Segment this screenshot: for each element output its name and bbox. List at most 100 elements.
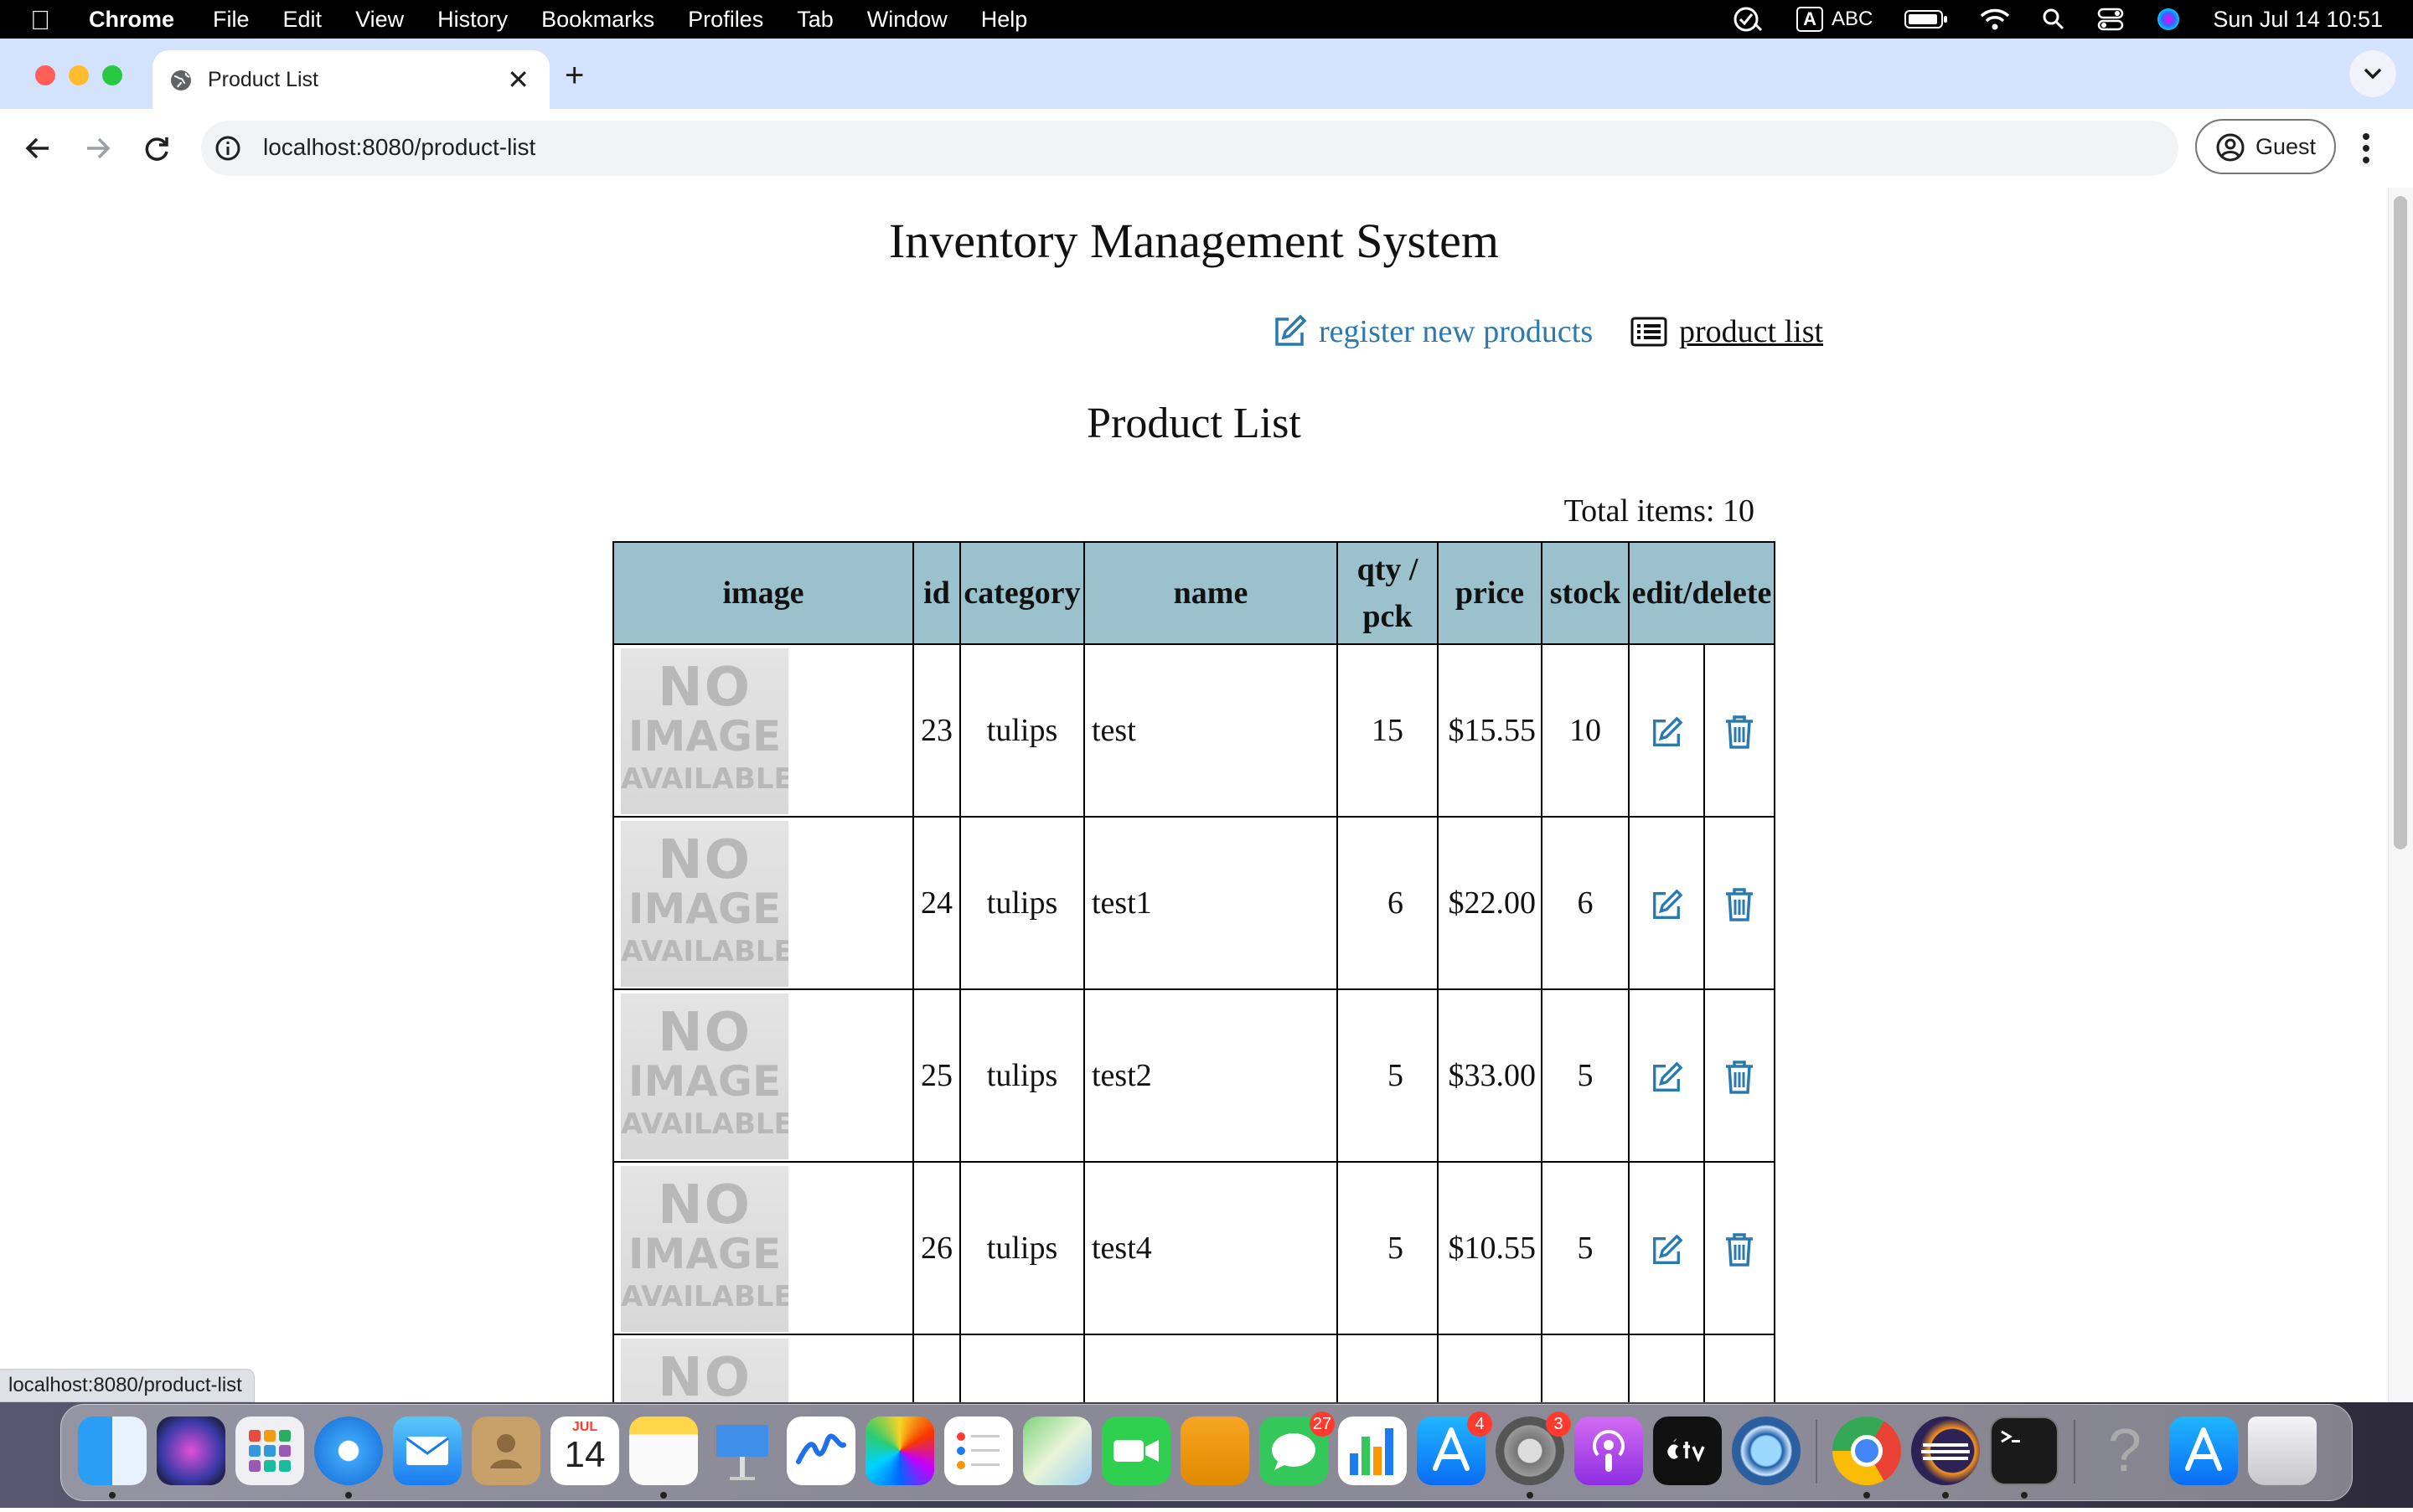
trash-icon[interactable]: [1724, 1232, 1754, 1267]
photos-icon[interactable]: [865, 1417, 934, 1485]
window-minimize-button[interactable]: [69, 65, 89, 85]
edit-icon[interactable]: [1650, 1234, 1683, 1267]
pages-icon[interactable]: [1181, 1417, 1249, 1485]
register-products-label: register new products: [1319, 314, 1594, 349]
address-bar[interactable]: localhost:8080/product-list: [201, 121, 2178, 176]
no-image-placeholder: NO IMAGE AVAILABLE: [621, 1339, 788, 1402]
back-arrow-icon[interactable]: [20, 131, 55, 166]
menu-history[interactable]: History: [437, 7, 508, 33]
safari-icon[interactable]: [314, 1417, 383, 1485]
empty-cell: [1628, 1334, 1705, 1402]
system-settings-icon[interactable]: 3: [1496, 1411, 1571, 1485]
menu-tab[interactable]: Tab: [797, 7, 834, 33]
chevron-down-icon: [2364, 68, 2382, 80]
settings-badge: 3: [1546, 1411, 1571, 1437]
wifi-icon[interactable]: [1980, 8, 2010, 31]
notes-icon[interactable]: [629, 1417, 698, 1485]
siri-app-icon[interactable]: [157, 1417, 225, 1485]
more-menu-icon[interactable]: [2361, 129, 2371, 168]
tab-search-button[interactable]: [2349, 50, 2396, 97]
trash-icon[interactable]: [1724, 715, 1754, 750]
product-price: $15.55: [1437, 643, 1542, 818]
calendar-icon[interactable]: JUL 14: [550, 1417, 619, 1485]
edit-cell: [1628, 643, 1705, 818]
finder-icon[interactable]: [78, 1417, 147, 1485]
control-center-icon[interactable]: [2097, 8, 2124, 31]
window-zoom-button[interactable]: [102, 65, 122, 85]
keynote-icon[interactable]: [708, 1417, 777, 1485]
video-camera-icon: [1113, 1440, 1159, 1462]
menu-file[interactable]: File: [213, 7, 250, 33]
menu-app-name[interactable]: Chrome: [89, 7, 174, 33]
reminders-icon[interactable]: [944, 1417, 1013, 1485]
messages-icon[interactable]: 27: [1259, 1411, 1335, 1485]
new-tab-plus-icon[interactable]: +: [565, 57, 584, 95]
menu-help[interactable]: Help: [981, 7, 1028, 33]
edit-icon[interactable]: [1650, 716, 1683, 750]
edit-icon[interactable]: [1650, 889, 1683, 922]
input-source-icon: A: [1796, 7, 1823, 32]
app-store-a-icon: [2185, 1427, 2222, 1471]
menu-view[interactable]: View: [355, 7, 404, 33]
contacts-icon[interactable]: [472, 1417, 540, 1485]
podcasts-icon[interactable]: [1574, 1417, 1643, 1485]
site-info-icon[interactable]: [214, 135, 241, 162]
forward-arrow-icon[interactable]: [80, 131, 116, 166]
quicktime-icon[interactable]: [1732, 1417, 1801, 1485]
product-name: test2: [1083, 988, 1338, 1163]
trash-icon[interactable]: [1724, 1060, 1754, 1095]
menu-bookmarks[interactable]: Bookmarks: [541, 7, 654, 33]
siri-icon[interactable]: [2156, 7, 2181, 32]
menubar-clock[interactable]: Sun Jul 14 10:51: [2213, 7, 2383, 33]
trash-icon[interactable]: [1724, 887, 1754, 922]
maps-icon[interactable]: [1023, 1417, 1092, 1485]
no-image-placeholder: NO IMAGE AVAILABLE: [621, 1166, 788, 1332]
empty-cell: [1703, 1334, 1775, 1402]
mail-icon[interactable]: [393, 1417, 462, 1485]
app-store-icon[interactable]: 4: [1417, 1411, 1492, 1485]
trash-bin-icon[interactable]: [2248, 1417, 2317, 1485]
list-icon: [1630, 317, 1667, 347]
reload-icon[interactable]: [139, 131, 174, 166]
messages-badge: 27: [1310, 1411, 1335, 1437]
apple-tv-icon[interactable]: [1653, 1417, 1722, 1485]
help-question-icon[interactable]: ?: [2090, 1417, 2159, 1485]
product-id: 26: [912, 1161, 961, 1335]
profile-guest-button[interactable]: Guest: [2195, 119, 2336, 174]
input-source[interactable]: A ABC: [1796, 7, 1873, 32]
tab-close-icon[interactable]: ✕: [507, 64, 530, 95]
menu-profiles[interactable]: Profiles: [688, 7, 763, 33]
product-qty: 6: [1336, 816, 1439, 990]
edit-cell: [1628, 1161, 1705, 1335]
register-products-link[interactable]: register new products: [1272, 313, 1593, 350]
spotlight-search-icon[interactable]: [2042, 8, 2065, 31]
product-list-label: product list: [1679, 314, 1824, 349]
app-store-downloads-icon[interactable]: [2169, 1417, 2238, 1485]
numbers-icon[interactable]: [1338, 1417, 1407, 1485]
empty-cell: [1336, 1334, 1439, 1402]
grammar-check-icon[interactable]: [1733, 5, 1765, 34]
window-close-button[interactable]: [35, 65, 55, 85]
freeform-icon[interactable]: [787, 1417, 855, 1485]
edit-icon[interactable]: [1650, 1061, 1683, 1095]
battery-icon[interactable]: [1904, 9, 1948, 29]
running-indicator: [1942, 1492, 1949, 1499]
page-scrollbar[interactable]: [2388, 188, 2413, 1402]
app-menus: Chrome File Edit View History Bookmarks …: [89, 0, 1061, 39]
browser-tab-active[interactable]: Product List ✕: [152, 50, 550, 109]
scrollbar-thumb[interactable]: [2394, 196, 2407, 849]
podium-icon: [716, 1425, 768, 1480]
globe-icon: [171, 70, 191, 90]
eclipse-icon[interactable]: [1911, 1417, 1980, 1485]
terminal-icon[interactable]: [1990, 1417, 2059, 1485]
delete-cell: [1703, 1161, 1775, 1335]
product-list-link[interactable]: product list: [1630, 313, 1823, 350]
facetime-icon[interactable]: [1102, 1417, 1170, 1485]
launchpad-icon[interactable]: [235, 1417, 304, 1485]
page-viewport: Inventory Management System register new…: [0, 188, 2388, 1402]
menu-window[interactable]: Window: [867, 7, 948, 33]
product-price: $10.55: [1437, 1161, 1542, 1335]
apple-menu-icon[interactable]: : [30, 5, 50, 36]
chrome-icon[interactable]: [1832, 1417, 1901, 1485]
menu-edit[interactable]: Edit: [283, 7, 323, 33]
